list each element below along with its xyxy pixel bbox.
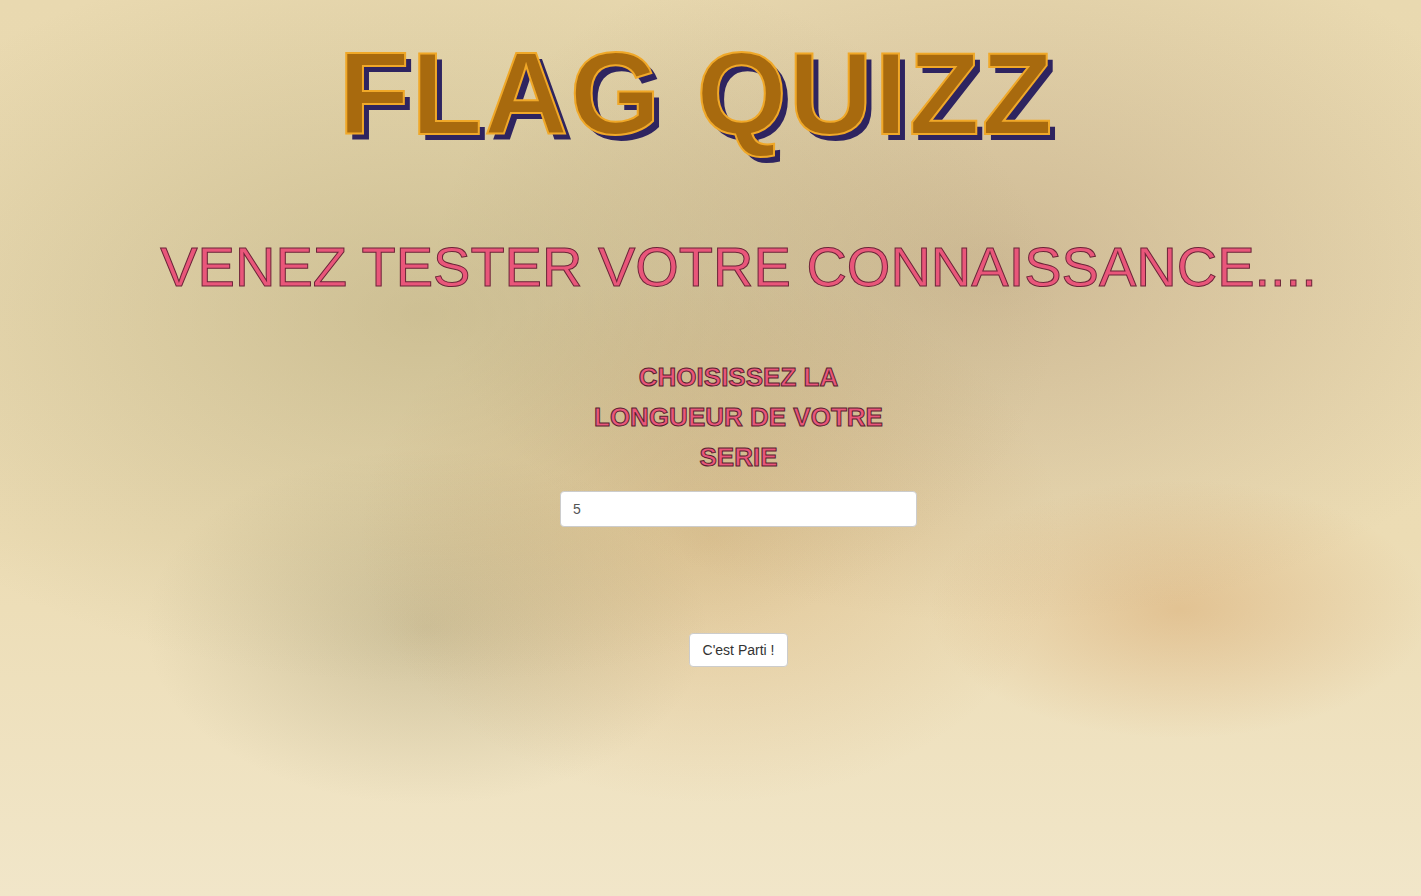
series-length-input[interactable]: [560, 491, 917, 527]
subtitle: VENEZ TESTER VOTRE CONNAISSANCE....: [160, 236, 1317, 298]
start-panel: VENEZ TESTER VOTRE CONNAISSANCE.... CHOIS…: [104, 156, 1317, 668]
start-button[interactable]: C'est Parti !: [689, 633, 789, 667]
map-background: FLAG QUIZZVENEZ TESTER VOTRE CONNAISSANC…: [0, 0, 1421, 896]
quiz-title: FLAG QUIZZ: [339, 34, 1055, 156]
series-length-label: CHOISISSEZ LA LONGUEUR DE VOTRE SERIE: [568, 357, 908, 477]
